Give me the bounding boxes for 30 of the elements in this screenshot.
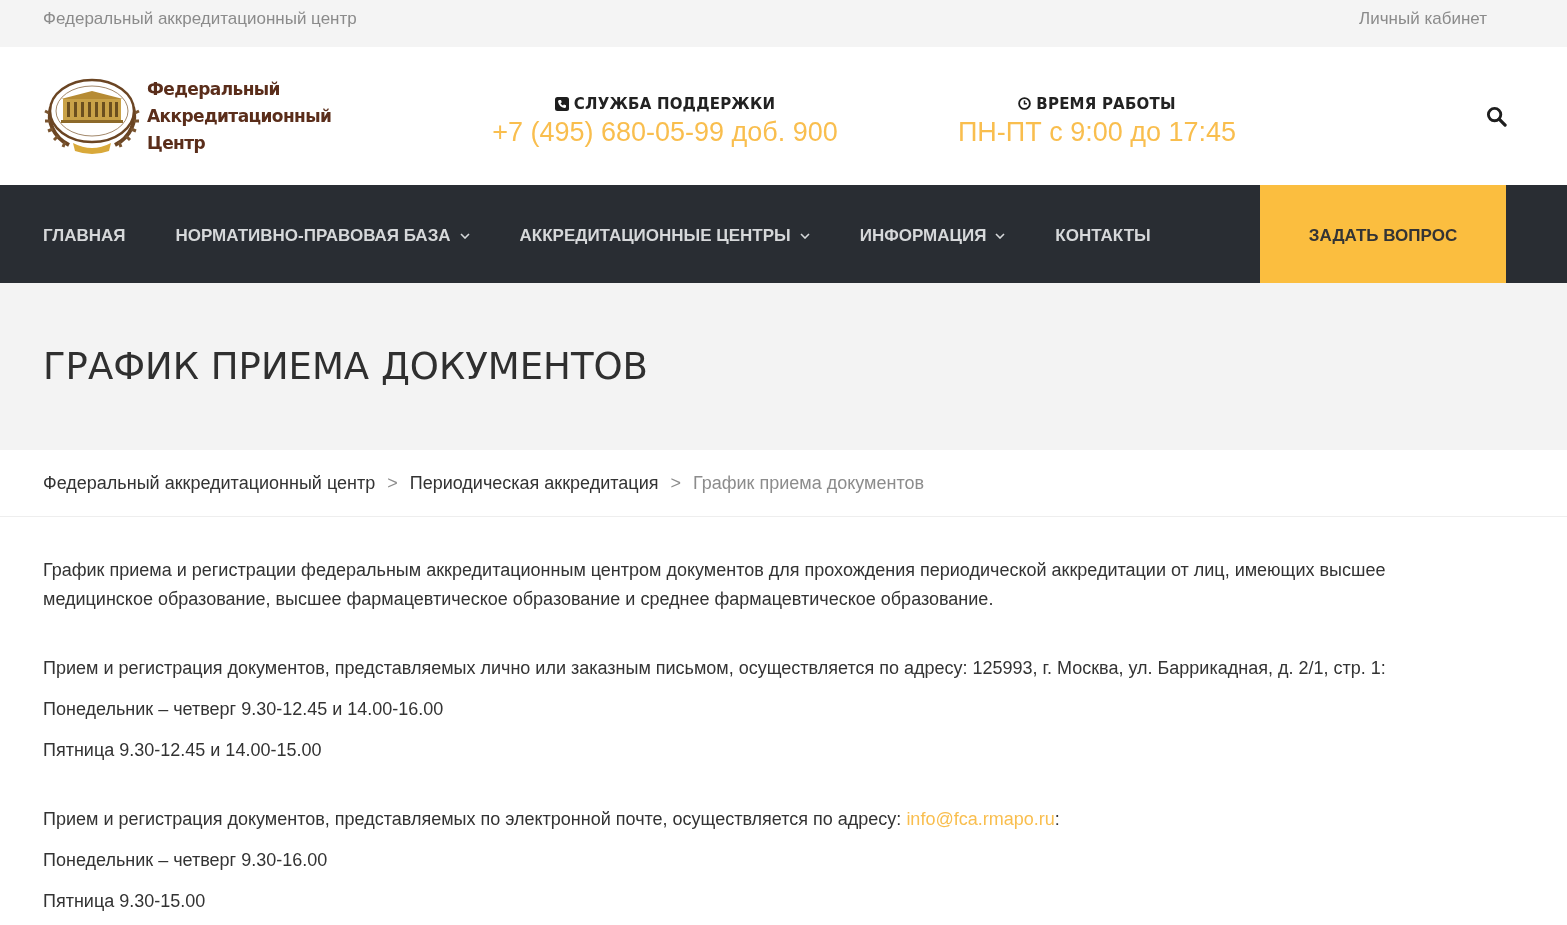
current-page-name: График приема документов <box>692 472 924 494</box>
paragraph: График приема и регистрации федеральным аккредитационным центром документов для прохождения периодической аккредитации от лиц, имеющих высшее медицинское образование, высшее фармацевтическое образование и среднее фармацевтическое образование. <box>43 559 1387 611</box>
nav-menu-item[interactable]: КОНТАКТЫ <box>1055 222 1151 246</box>
support-label: СЛУЖБА ПОДДЕРЖКИ <box>573 94 776 113</box>
breadcrumb-link[interactable]: Периодическая аккредитация <box>409 472 659 494</box>
nav-menu-item[interactable]: ГЛАВНАЯ <box>43 222 126 246</box>
phone-icon <box>554 96 569 111</box>
nav-menu-item[interactable]: НОРМАТИВНО-ПРАВОВАЯ БАЗА <box>175 222 470 246</box>
breadcrumb-link[interactable]: Федеральный аккредитационный центр <box>43 472 376 494</box>
nav-menu-item[interactable]: АККРЕДИТАЦИОННЫЕ ЦЕНТРЫ <box>519 222 810 246</box>
paragraph: Прием и регистрация документов, представляемых по электронной почте, осуществляется по адресу: info@fca.rmapo.ru: <box>43 808 1061 831</box>
search-icon[interactable] <box>1486 105 1507 127</box>
hours-label: ВРЕМЯ РАБОТЫ <box>1036 94 1176 113</box>
paragraph: Понедельник – четверг 9.30-16.00 <box>43 849 329 872</box>
hours-value: ПН-ПТ с 9:00 до 17:45 <box>957 115 1237 149</box>
breadcrumb-separator: > <box>670 472 681 494</box>
chevron-down-icon <box>995 232 1006 239</box>
chevron-down-icon <box>799 232 810 239</box>
breadcrumb-separator: > <box>387 472 398 494</box>
clock-icon <box>1018 97 1032 110</box>
paragraph: Понедельник – четверг 9.30-12.45 и 14.00-16.00 <box>43 698 445 721</box>
logo-wordmark[interactable]: Федеральный Аккредитационный Центр <box>147 75 332 157</box>
paragraph: Прием и регистрация документов, представляемых лично или заказным письмом, осуществляется по адресу: 125993, г. Москва, ул. Баррикадная, д. 2/1, стр. 1: <box>43 657 1387 680</box>
paragraph: Пятница 9.30-15.00 <box>43 890 207 913</box>
nav-menu-item[interactable]: ИНФОРМАЦИЯ <box>859 222 1006 246</box>
paragraph: Пятница 9.30-12.45 и 14.00-15.00 <box>43 739 323 762</box>
page-title: ГРАФИК ПРИЕМА ДОКУМЕНТОВ <box>43 345 648 388</box>
chevron-down-icon <box>459 232 470 239</box>
emblem-logo[interactable] <box>43 77 141 155</box>
ask-question-button[interactable]: ЗАДАТЬ ВОПРОС <box>1260 185 1506 283</box>
